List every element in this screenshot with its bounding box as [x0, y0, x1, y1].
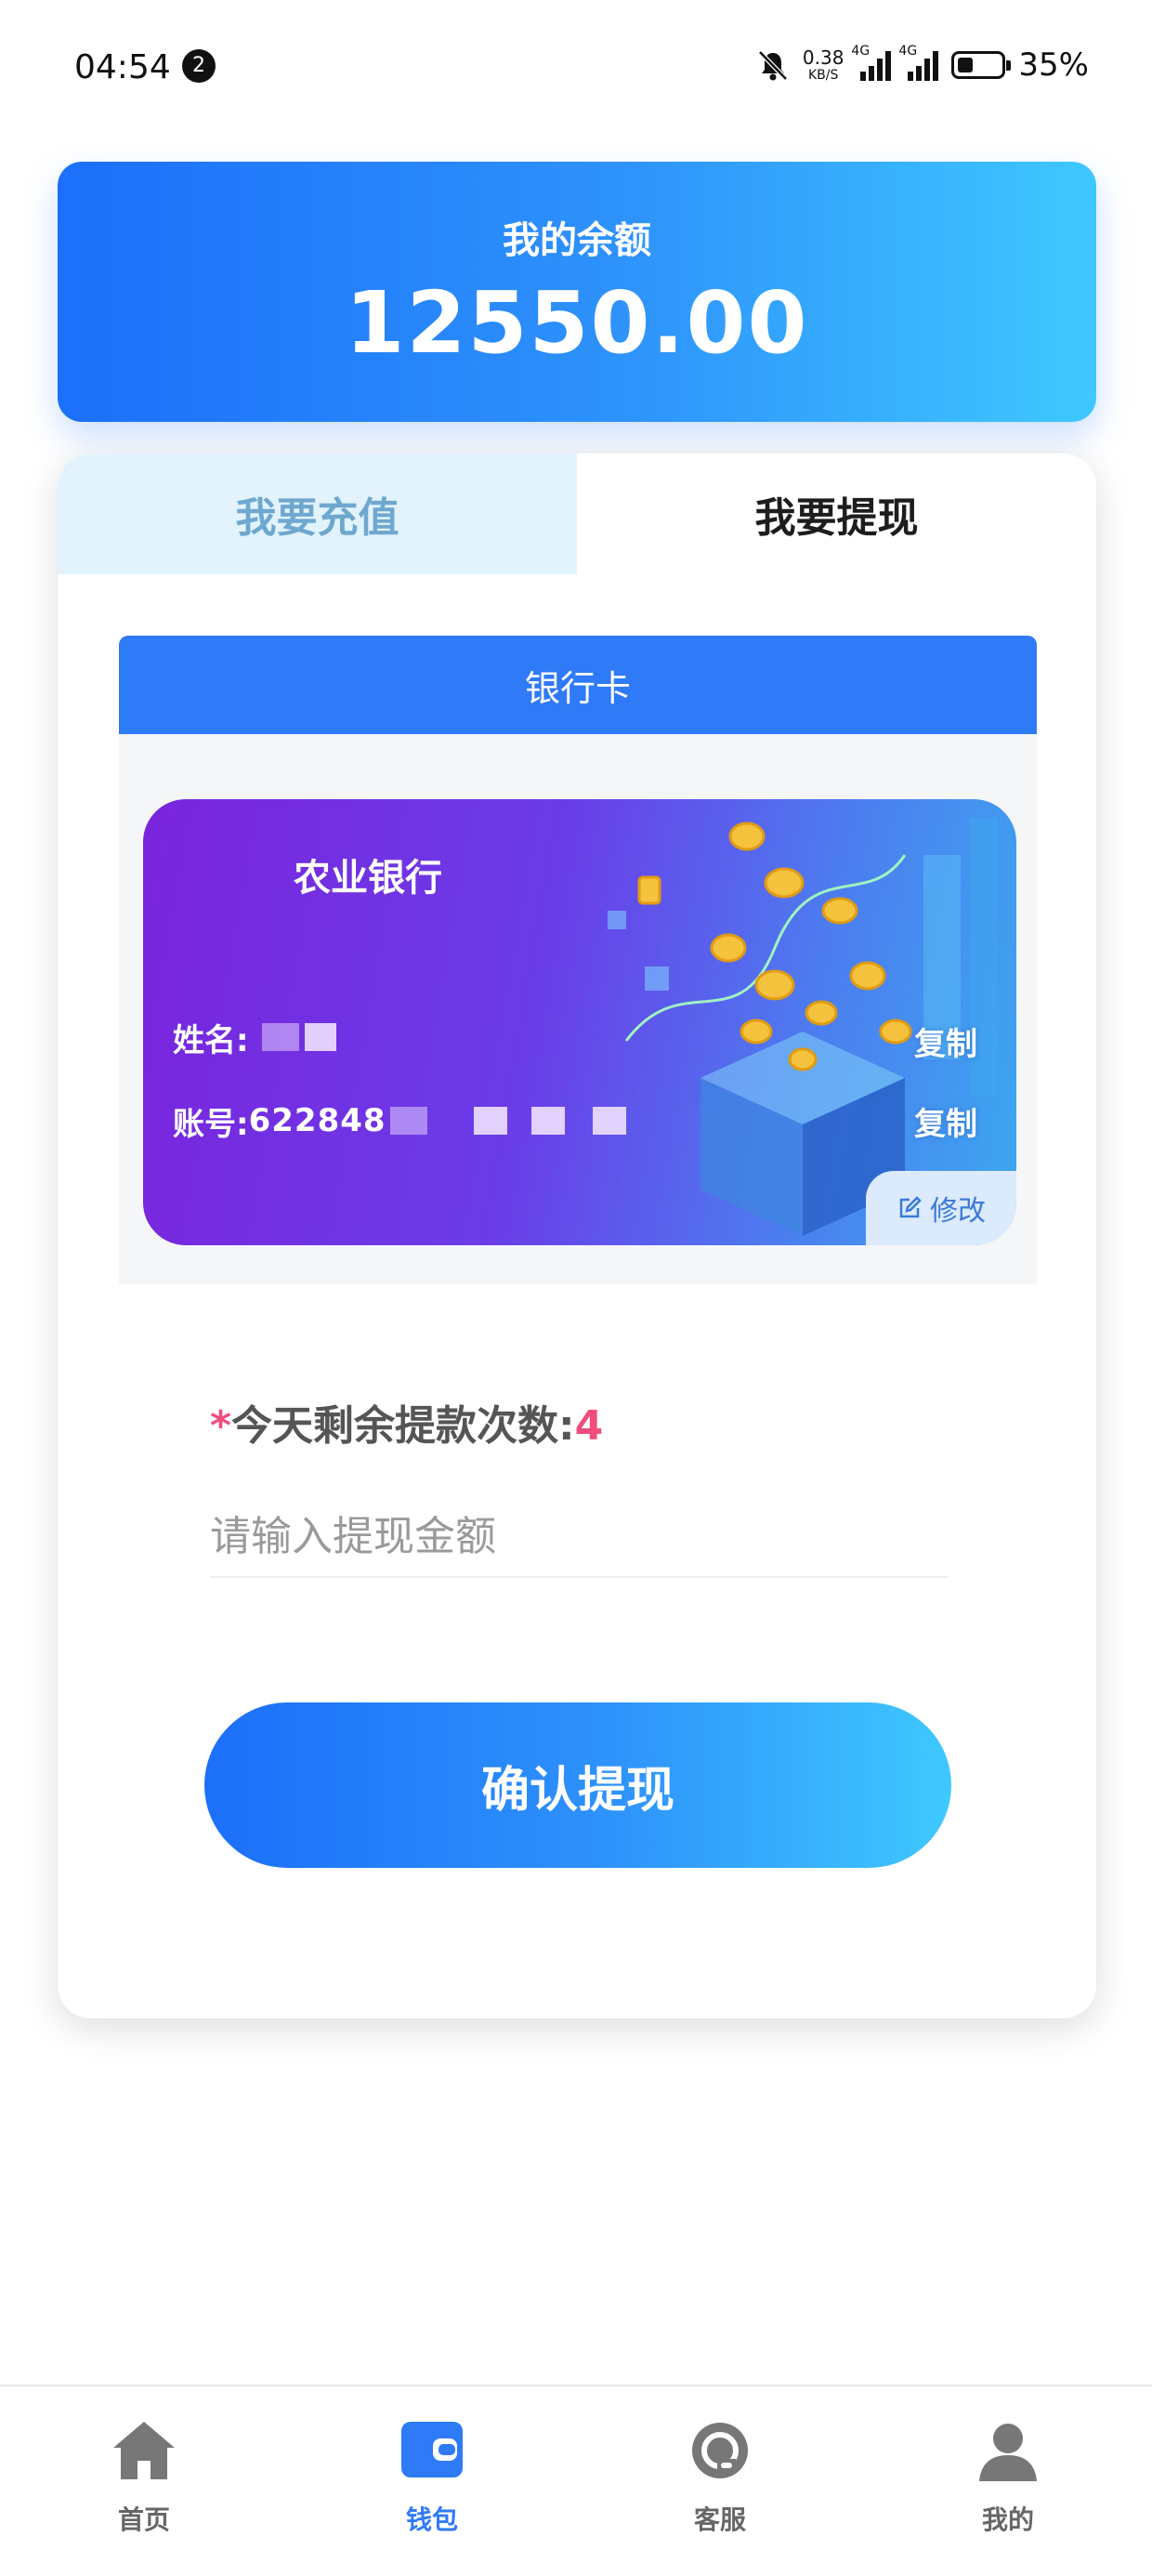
bank-card: 农业银行 姓名: 账号: 622848 复制 复制 修改: [143, 799, 1016, 1245]
tab-withdraw[interactable]: 我要提现: [577, 453, 1096, 574]
status-indicators: 0.38 KB/S 4G 4G 35%: [756, 44, 1089, 85]
network-speed: 0.38 KB/S: [803, 48, 844, 82]
nav-label-wallet: 钱包: [405, 2504, 458, 2535]
account-number-prefix: 622848: [248, 1102, 386, 1139]
withdraw-panel: 我要充值 我要提现 银行卡 农业银行 姓名: 账号: 622848 复制 复制 …: [58, 453, 1096, 2018]
withdraw-amount-input[interactable]: [210, 1496, 948, 1578]
remaining-withdrawals-label: 今天剩余提款次数:: [231, 1402, 575, 1450]
copy-account-number-button[interactable]: 复制: [914, 1098, 977, 1144]
nav-item-profile[interactable]: 我的: [864, 2386, 1152, 2576]
nav-label-customer-service: 客服: [693, 2504, 746, 2535]
network-speed-unit: KB/S: [807, 68, 839, 83]
tab-deposit[interactable]: 我要充值: [58, 453, 577, 574]
balance-amount: 12550.00: [345, 273, 809, 373]
balance-card: 我的余额 12550.00: [58, 162, 1096, 422]
remaining-withdrawals-count: 4: [574, 1402, 604, 1450]
bottom-nav: 首页 钱包 客服 我的: [0, 2385, 1152, 2576]
battery-icon: [951, 51, 1012, 79]
status-bar: 04:54 2 0.38 KB/S 4G 4G 35%: [0, 0, 1152, 139]
wallet-page: 04:54 2 0.38 KB/S 4G 4G 35% 我的余额 12550.0…: [0, 0, 1152, 2576]
network-speed-value: 0.38: [802, 46, 844, 69]
mute-icon: [758, 50, 788, 81]
edit-card-button[interactable]: 修改: [866, 1171, 1016, 1245]
signal-icon: 4G: [851, 44, 892, 81]
redacted-account-number-2: [473, 1107, 507, 1135]
copy-holder-name-button[interactable]: 复制: [914, 1019, 977, 1064]
home-icon: [113, 2422, 175, 2479]
holder-name-row: 姓名:: [173, 1015, 336, 1059]
holder-name-label: 姓名:: [173, 1021, 249, 1059]
redacted-account-number: [389, 1107, 427, 1135]
redacted-account-number-3: [530, 1107, 565, 1135]
nav-label-home: 首页: [117, 2504, 170, 2535]
battery-level-fill: [958, 58, 974, 72]
nav-label-profile: 我的: [981, 2504, 1034, 2535]
card-area: 农业银行 姓名: 账号: 622848 复制 复制 修改: [119, 734, 1037, 1284]
wallet-icon: [401, 2422, 463, 2477]
required-star: *: [210, 1402, 232, 1450]
nav-item-home[interactable]: 首页: [0, 2386, 288, 2576]
status-time: 04:54: [74, 48, 171, 86]
signal-icon-2: 4G: [898, 44, 939, 81]
edit-icon: [899, 1196, 922, 1218]
account-label: 账号:: [173, 1105, 249, 1143]
network-type-label-2: 4G: [898, 44, 918, 59]
redacted-holder-name-2: [304, 1023, 336, 1051]
customer-service-icon: [692, 2423, 748, 2478]
redacted-account-number-4: [592, 1107, 626, 1135]
tab-bar: 我要充值 我要提现: [58, 453, 1096, 574]
account-number-row: 账号: 622848: [173, 1098, 626, 1143]
confirm-withdraw-button[interactable]: 确认提现: [204, 1702, 951, 1868]
battery-percent: 35%: [1018, 46, 1089, 84]
user-icon: [979, 2424, 1037, 2481]
nav-item-wallet[interactable]: 钱包: [288, 2386, 576, 2576]
notification-count-badge: 2: [182, 49, 216, 83]
bank-name: 农业银行: [294, 857, 442, 900]
redacted-holder-name: [261, 1023, 299, 1051]
nav-item-customer-service[interactable]: 客服: [576, 2386, 864, 2576]
balance-title: 我的余额: [503, 219, 651, 262]
network-type-label: 4G: [851, 44, 871, 59]
edit-card-label: 修改: [930, 1195, 986, 1228]
bank-card-method-button[interactable]: 银行卡: [119, 636, 1037, 734]
remaining-withdrawals: *今天剩余提款次数:4: [210, 1392, 603, 1452]
